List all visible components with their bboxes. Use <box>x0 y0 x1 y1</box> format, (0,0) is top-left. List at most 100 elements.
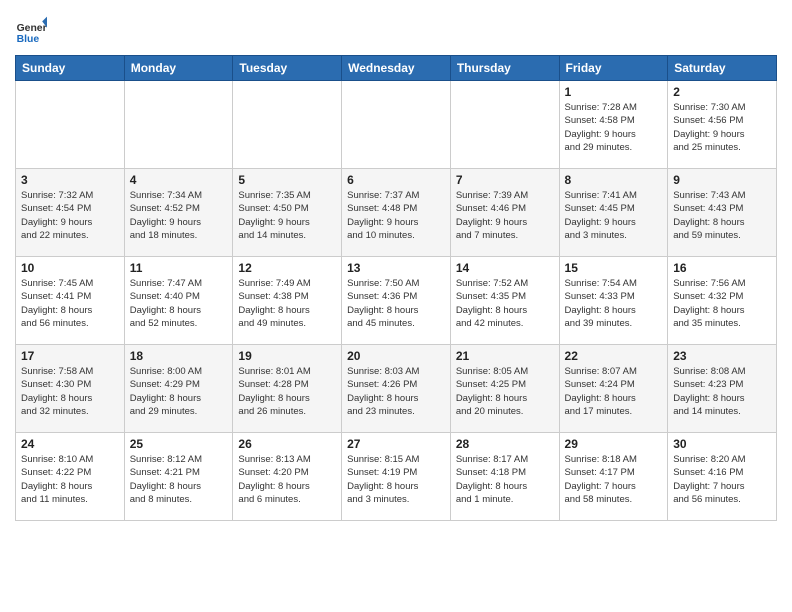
calendar-cell: 27Sunrise: 8:15 AM Sunset: 4:19 PM Dayli… <box>342 433 451 521</box>
weekday-header-saturday: Saturday <box>668 56 777 81</box>
calendar-cell <box>342 81 451 169</box>
calendar-cell: 14 Sunrise: 7:52 AM Sunset: 4:35 PM Dayli… <box>450 257 559 345</box>
calendar-week-3: 10Sunrise: 7:45 AM Sunset: 4:41 PM Dayli… <box>16 257 777 345</box>
day-number: 17 <box>21 349 119 363</box>
day-number: 30 <box>673 437 771 451</box>
weekday-header-tuesday: Tuesday <box>233 56 342 81</box>
calendar-cell: 5 Sunrise: 7:35 AM Sunset: 4:50 PM Daylig… <box>233 169 342 257</box>
calendar-cell: 10Sunrise: 7:45 AM Sunset: 4:41 PM Dayli… <box>16 257 125 345</box>
day-info: Sunrise: 7:28 AM Sunset: 4:58 PM Dayligh… <box>565 101 663 154</box>
day-number: 20 <box>347 349 445 363</box>
day-number: 13 <box>347 261 445 275</box>
calendar-cell <box>16 81 125 169</box>
calendar-cell: 12 Sunrise: 7:49 AM Sunset: 4:38 PM Dayli… <box>233 257 342 345</box>
page-header: General Blue <box>15 10 777 47</box>
logo-icon: General Blue <box>15 15 47 47</box>
calendar-cell: 25 Sunrise: 8:12 AM Sunset: 4:21 PM Dayli… <box>124 433 233 521</box>
day-number: 22 <box>565 349 663 363</box>
calendar-cell: 4 Sunrise: 7:34 AM Sunset: 4:52 PM Daylig… <box>124 169 233 257</box>
calendar-cell: 29Sunrise: 8:18 AM Sunset: 4:17 PM Dayli… <box>559 433 668 521</box>
day-number: 11 <box>130 261 228 275</box>
calendar-cell: 23Sunrise: 8:08 AM Sunset: 4:23 PM Dayli… <box>668 345 777 433</box>
calendar-cell: 11 Sunrise: 7:47 AM Sunset: 4:40 PM Dayli… <box>124 257 233 345</box>
calendar-cell <box>450 81 559 169</box>
calendar-cell: 30 Sunrise: 8:20 AM Sunset: 4:16 PM Dayli… <box>668 433 777 521</box>
day-number: 14 <box>456 261 554 275</box>
calendar-cell: 15 Sunrise: 7:54 AM Sunset: 4:33 PM Dayli… <box>559 257 668 345</box>
day-info: Sunrise: 7:39 AM Sunset: 4:46 PM Dayligh… <box>456 189 554 242</box>
day-info: Sunrise: 7:43 AM Sunset: 4:43 PM Dayligh… <box>673 189 771 242</box>
day-number: 29 <box>565 437 663 451</box>
calendar-cell: 7 Sunrise: 7:39 AM Sunset: 4:46 PM Daylig… <box>450 169 559 257</box>
weekday-header-wednesday: Wednesday <box>342 56 451 81</box>
day-info: Sunrise: 7:30 AM Sunset: 4:56 PM Dayligh… <box>673 101 771 154</box>
day-number: 19 <box>238 349 336 363</box>
day-info: Sunrise: 8:13 AM Sunset: 4:20 PM Dayligh… <box>238 453 336 506</box>
calendar-cell <box>124 81 233 169</box>
day-number: 1 <box>565 85 663 99</box>
day-number: 15 <box>565 261 663 275</box>
day-number: 3 <box>21 173 119 187</box>
calendar-cell: 8Sunrise: 7:41 AM Sunset: 4:45 PM Daylig… <box>559 169 668 257</box>
day-info: Sunrise: 8:15 AM Sunset: 4:19 PM Dayligh… <box>347 453 445 506</box>
weekday-header-sunday: Sunday <box>16 56 125 81</box>
calendar-cell <box>233 81 342 169</box>
day-info: Sunrise: 8:03 AM Sunset: 4:26 PM Dayligh… <box>347 365 445 418</box>
logo: General Blue <box>15 15 49 47</box>
day-number: 9 <box>673 173 771 187</box>
day-info: Sunrise: 7:34 AM Sunset: 4:52 PM Dayligh… <box>130 189 228 242</box>
day-info: Sunrise: 8:20 AM Sunset: 4:16 PM Dayligh… <box>673 453 771 506</box>
day-info: Sunrise: 8:10 AM Sunset: 4:22 PM Dayligh… <box>21 453 119 506</box>
calendar-cell: 21 Sunrise: 8:05 AM Sunset: 4:25 PM Dayli… <box>450 345 559 433</box>
day-number: 25 <box>130 437 228 451</box>
day-number: 21 <box>456 349 554 363</box>
day-info: Sunrise: 7:37 AM Sunset: 4:48 PM Dayligh… <box>347 189 445 242</box>
calendar-week-2: 3 Sunrise: 7:32 AM Sunset: 4:54 PM Daylig… <box>16 169 777 257</box>
calendar-body: 1 Sunrise: 7:28 AM Sunset: 4:58 PM Daylig… <box>16 81 777 521</box>
day-number: 5 <box>238 173 336 187</box>
svg-text:Blue: Blue <box>17 34 40 45</box>
weekday-header-friday: Friday <box>559 56 668 81</box>
day-number: 18 <box>130 349 228 363</box>
day-number: 8 <box>565 173 663 187</box>
day-info: Sunrise: 8:17 AM Sunset: 4:18 PM Dayligh… <box>456 453 554 506</box>
day-number: 24 <box>21 437 119 451</box>
calendar-header-row: SundayMondayTuesdayWednesdayThursdayFrid… <box>16 56 777 81</box>
day-number: 12 <box>238 261 336 275</box>
calendar-cell: 26Sunrise: 8:13 AM Sunset: 4:20 PM Dayli… <box>233 433 342 521</box>
day-info: Sunrise: 7:45 AM Sunset: 4:41 PM Dayligh… <box>21 277 119 330</box>
day-info: Sunrise: 7:47 AM Sunset: 4:40 PM Dayligh… <box>130 277 228 330</box>
day-info: Sunrise: 7:54 AM Sunset: 4:33 PM Dayligh… <box>565 277 663 330</box>
calendar-cell: 18 Sunrise: 8:00 AM Sunset: 4:29 PM Dayli… <box>124 345 233 433</box>
calendar-cell: 20 Sunrise: 8:03 AM Sunset: 4:26 PM Dayli… <box>342 345 451 433</box>
calendar-cell: 1 Sunrise: 7:28 AM Sunset: 4:58 PM Daylig… <box>559 81 668 169</box>
calendar-cell: 6Sunrise: 7:37 AM Sunset: 4:48 PM Daylig… <box>342 169 451 257</box>
calendar-cell: 19Sunrise: 8:01 AM Sunset: 4:28 PM Dayli… <box>233 345 342 433</box>
day-info: Sunrise: 7:50 AM Sunset: 4:36 PM Dayligh… <box>347 277 445 330</box>
day-number: 28 <box>456 437 554 451</box>
day-info: Sunrise: 7:32 AM Sunset: 4:54 PM Dayligh… <box>21 189 119 242</box>
weekday-header-monday: Monday <box>124 56 233 81</box>
calendar-cell: 16Sunrise: 7:56 AM Sunset: 4:32 PM Dayli… <box>668 257 777 345</box>
day-info: Sunrise: 8:05 AM Sunset: 4:25 PM Dayligh… <box>456 365 554 418</box>
day-info: Sunrise: 8:12 AM Sunset: 4:21 PM Dayligh… <box>130 453 228 506</box>
calendar-cell: 28 Sunrise: 8:17 AM Sunset: 4:18 PM Dayli… <box>450 433 559 521</box>
day-number: 7 <box>456 173 554 187</box>
day-info: Sunrise: 8:00 AM Sunset: 4:29 PM Dayligh… <box>130 365 228 418</box>
weekday-header-thursday: Thursday <box>450 56 559 81</box>
calendar-cell: 2Sunrise: 7:30 AM Sunset: 4:56 PM Daylig… <box>668 81 777 169</box>
day-info: Sunrise: 7:49 AM Sunset: 4:38 PM Dayligh… <box>238 277 336 330</box>
calendar-cell: 17 Sunrise: 7:58 AM Sunset: 4:30 PM Dayli… <box>16 345 125 433</box>
day-number: 4 <box>130 173 228 187</box>
calendar-week-1: 1 Sunrise: 7:28 AM Sunset: 4:58 PM Daylig… <box>16 81 777 169</box>
calendar-cell: 22Sunrise: 8:07 AM Sunset: 4:24 PM Dayli… <box>559 345 668 433</box>
calendar-cell: 3 Sunrise: 7:32 AM Sunset: 4:54 PM Daylig… <box>16 169 125 257</box>
day-info: Sunrise: 7:58 AM Sunset: 4:30 PM Dayligh… <box>21 365 119 418</box>
day-info: Sunrise: 7:52 AM Sunset: 4:35 PM Dayligh… <box>456 277 554 330</box>
svg-text:General: General <box>17 23 47 34</box>
calendar-cell: 24 Sunrise: 8:10 AM Sunset: 4:22 PM Dayli… <box>16 433 125 521</box>
day-info: Sunrise: 7:35 AM Sunset: 4:50 PM Dayligh… <box>238 189 336 242</box>
day-info: Sunrise: 8:08 AM Sunset: 4:23 PM Dayligh… <box>673 365 771 418</box>
calendar-table: SundayMondayTuesdayWednesdayThursdayFrid… <box>15 55 777 521</box>
day-number: 16 <box>673 261 771 275</box>
